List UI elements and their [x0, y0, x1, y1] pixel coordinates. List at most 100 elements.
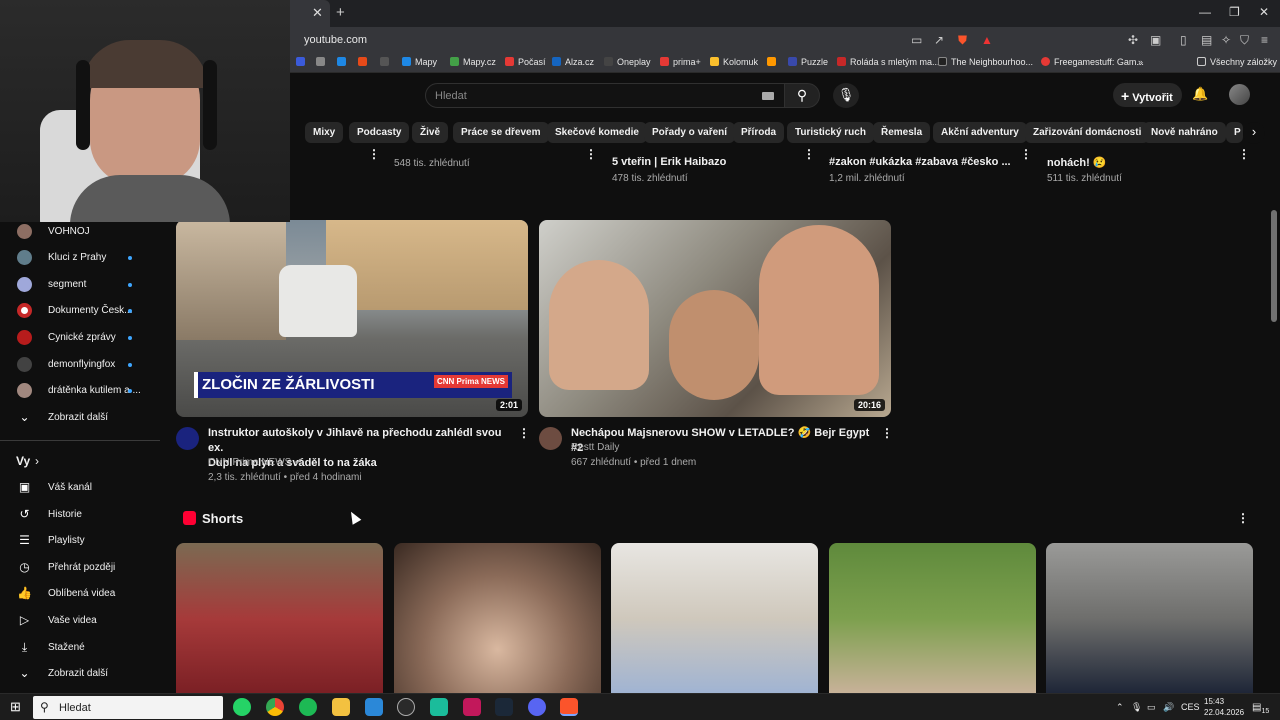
- windows-start-icon[interactable]: ⊞: [10, 699, 21, 715]
- vpn-icon[interactable]: ⛉: [1240, 33, 1249, 48]
- wallet-icon[interactable]: ▤: [1201, 33, 1212, 47]
- bookmark-icon-1[interactable]: [296, 57, 309, 67]
- channel-name[interactable]: Restt Daily: [571, 442, 619, 453]
- chip-podcasty[interactable]: Podcasty: [349, 122, 410, 143]
- app-icon[interactable]: [430, 698, 448, 716]
- notification-icon[interactable]: ▤15: [1252, 702, 1269, 715]
- bookmark-freegamestuff[interactable]: Freegamestuff: Gam...: [1041, 57, 1144, 67]
- bookmark-prima[interactable]: prima+: [660, 57, 701, 67]
- search-input[interactable]: Hledat: [425, 83, 785, 108]
- sidebar-item-watch-later[interactable]: ◷ Přehrát později: [0, 555, 160, 581]
- clock-date[interactable]: 22.04.2026: [1204, 708, 1244, 717]
- short-thumbnail[interactable]: [829, 543, 1036, 695]
- channel-avatar[interactable]: [539, 427, 562, 450]
- rewards-icon[interactable]: ▲: [981, 33, 993, 47]
- sidebar-you-heading[interactable]: Vy ›: [0, 448, 160, 474]
- sidebar-item-channel[interactable]: ▣ Váš kanál: [0, 475, 160, 501]
- bookmark-icon-6[interactable]: [767, 57, 780, 67]
- cast-icon[interactable]: ▭: [911, 33, 922, 47]
- clock-time[interactable]: 15:43: [1204, 697, 1224, 706]
- account-avatar[interactable]: [1229, 84, 1250, 105]
- whatsapp-icon[interactable]: [233, 698, 251, 716]
- bookmark-mapy[interactable]: Mapy: [402, 57, 437, 67]
- sidebar-item-dokumenty[interactable]: Dokumenty Česk...: [0, 298, 160, 324]
- short-thumbnail[interactable]: [394, 543, 601, 695]
- close-window-icon[interactable]: ✕: [1259, 5, 1269, 19]
- voice-search-button[interactable]: 🎙: [833, 83, 859, 108]
- language-indicator[interactable]: CES: [1181, 702, 1200, 712]
- page-scrollbar[interactable]: [1271, 210, 1277, 322]
- chip-turisticky-ruch[interactable]: Turistický ruch: [787, 122, 874, 143]
- channel-avatar[interactable]: [176, 427, 199, 450]
- chip-prace-se-drevem[interactable]: Práce se dřevem: [453, 122, 549, 143]
- share-icon[interactable]: ↗: [934, 33, 944, 47]
- spotify-icon[interactable]: [299, 698, 317, 716]
- brave-shield-icon[interactable]: ⛊: [958, 33, 967, 48]
- chip-zive[interactable]: Živě: [412, 122, 449, 143]
- chip-porady-o-vareni[interactable]: Pořady o vaření: [644, 122, 736, 143]
- sidebar-item-liked[interactable]: 👍 Oblíbená videa: [0, 581, 160, 607]
- new-tab-icon[interactable]: +: [336, 4, 345, 21]
- video-title[interactable]: #zakon #ukázka #zabava #česko ...: [829, 156, 1011, 168]
- create-button[interactable]: + Vytvořit: [1113, 83, 1182, 107]
- extensions-icon[interactable]: ✣: [1128, 33, 1138, 47]
- mic-icon[interactable]: 🎙: [1131, 702, 1142, 713]
- sidebar-item-demonflyingfox[interactable]: demonflyingfox: [0, 352, 160, 378]
- app-icon[interactable]: [397, 698, 415, 716]
- bookmark-icon-2[interactable]: [316, 57, 329, 67]
- bookmark-icon-3[interactable]: [337, 57, 350, 67]
- more-options-icon[interactable]: ⋮: [368, 147, 380, 161]
- file-explorer-icon[interactable]: [332, 698, 350, 716]
- chip-remesla[interactable]: Řemesla: [873, 122, 931, 143]
- short-thumbnail[interactable]: [1046, 543, 1253, 695]
- chrome-icon[interactable]: [266, 698, 284, 716]
- url-field[interactable]: youtube.com: [304, 34, 367, 46]
- discord-icon[interactable]: [528, 698, 546, 716]
- bookmark-icon-4[interactable]: [358, 57, 371, 67]
- short-thumbnail[interactable]: [611, 543, 818, 695]
- sidebar-item-your-videos[interactable]: ▷ Vaše videa: [0, 608, 160, 634]
- bookmark-rolada[interactable]: Roláda s mletým ma...: [837, 57, 940, 67]
- sidebar-icon[interactable]: ▯: [1180, 33, 1187, 47]
- bookmark-icon-5[interactable]: [380, 57, 393, 67]
- close-tab-icon[interactable]: ✕: [312, 5, 323, 21]
- volume-icon[interactable]: 🔊: [1163, 702, 1174, 713]
- minimize-icon[interactable]: —: [1199, 5, 1211, 19]
- bookmark-oneplay[interactable]: Oneplay: [604, 57, 651, 67]
- sidebar-item-kluci-z-prahy[interactable]: Kluci z Prahy: [0, 245, 160, 271]
- network-icon[interactable]: ▭: [1147, 702, 1156, 713]
- bookmark-pocasi[interactable]: Počasí: [505, 57, 546, 67]
- chip-akcni-adventury[interactable]: Akční adventury: [933, 122, 1027, 143]
- sidebar-show-more-you[interactable]: ⌄ Zobrazit další: [0, 661, 160, 687]
- chip-partial[interactable]: P: [1226, 122, 1243, 143]
- taskbar-search[interactable]: ⚲ Hledat: [33, 696, 223, 719]
- app-icon[interactable]: [365, 698, 383, 716]
- brave-icon[interactable]: [560, 698, 578, 716]
- bookmark-puzzle[interactable]: Puzzle: [788, 57, 828, 67]
- all-bookmarks[interactable]: Všechny záložky: [1197, 57, 1277, 67]
- more-options-icon[interactable]: ⋮: [1237, 511, 1249, 525]
- tray-overflow-icon[interactable]: ⌃: [1116, 702, 1124, 713]
- chip-skecove-komedie[interactable]: Skečové komedie: [547, 122, 647, 143]
- bookmark-alza[interactable]: Alza.cz: [552, 57, 594, 67]
- chip-mixy[interactable]: Mixy: [305, 122, 344, 143]
- channel-name[interactable]: CNN Prima NEWS ✔: [208, 457, 303, 468]
- sidebar-item-cynicke-zpravy[interactable]: Cynické zprávy: [0, 325, 160, 351]
- short-thumbnail[interactable]: [176, 543, 383, 695]
- screenshot-icon[interactable]: ▣: [1150, 33, 1161, 47]
- sidebar-item-history[interactable]: ↺ Historie: [0, 502, 160, 528]
- more-options-icon[interactable]: ⋮: [881, 426, 893, 440]
- bookmark-mapycz[interactable]: Mapy.cz: [450, 57, 496, 67]
- more-options-icon[interactable]: ⋮: [1238, 147, 1250, 161]
- bookmark-neighbourhood[interactable]: The Neighbourhoo...: [938, 57, 1033, 67]
- menu-icon[interactable]: ≡: [1261, 33, 1268, 47]
- leo-icon[interactable]: ✧: [1221, 33, 1231, 47]
- sidebar-item-segment[interactable]: segment: [0, 272, 160, 298]
- more-options-icon[interactable]: ⋮: [585, 147, 597, 161]
- more-options-icon[interactable]: ⋮: [1020, 147, 1032, 161]
- chip-zarizovani-domacnosti[interactable]: Zařizování domácnosti: [1025, 122, 1150, 143]
- sidebar-item-playlists[interactable]: ☰ Playlisty: [0, 528, 160, 554]
- restore-icon[interactable]: ❐: [1229, 5, 1240, 19]
- chip-nove-nahrano[interactable]: Nově nahráno: [1143, 122, 1226, 143]
- video-title[interactable]: 5 vteřin | Erik Haibazo: [612, 156, 726, 168]
